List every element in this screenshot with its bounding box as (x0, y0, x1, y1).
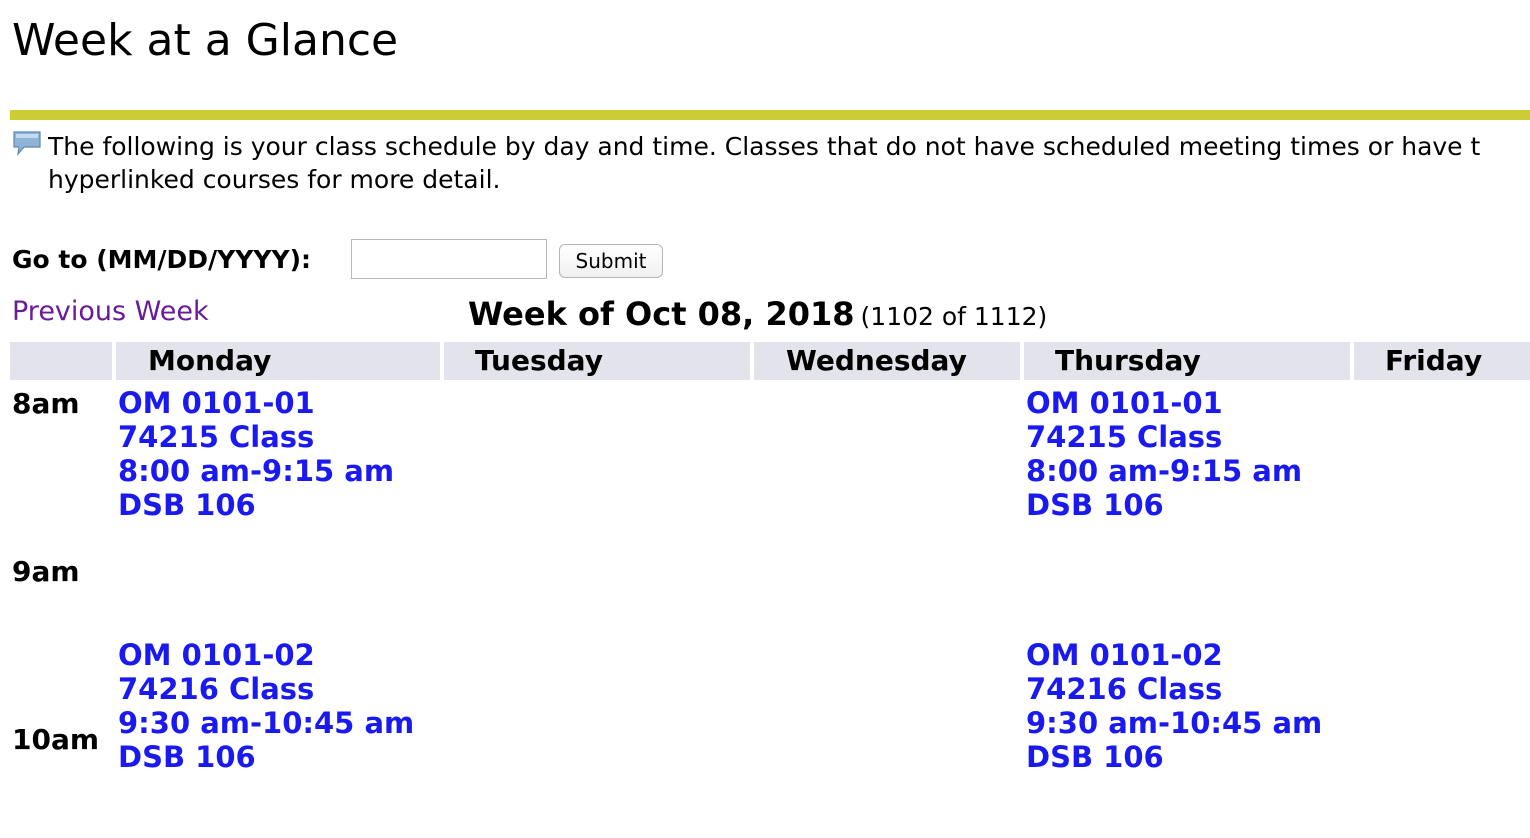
time-label-9am: 9am (12, 555, 80, 588)
week-of-label: Week of Oct 08, 2018 (468, 295, 855, 333)
goto-date-input[interactable] (351, 239, 547, 279)
info-line-1: The following is your class schedule by … (48, 132, 1481, 161)
course-code: OM 0101-01 (1026, 386, 1223, 420)
day-header-blank (10, 342, 112, 380)
time-label-8am: 8am (12, 387, 80, 420)
course-room: DSB 106 (118, 488, 256, 522)
page-title: Week at a Glance (12, 15, 399, 66)
course-room: DSB 106 (1026, 740, 1164, 774)
class-link-thursday-om-0101-02[interactable]: OM 0101-02 74216 Class 9:30 am-10:45 am … (1026, 638, 1322, 774)
course-room: DSB 106 (1026, 488, 1164, 522)
course-crn: 74215 Class (1026, 420, 1223, 454)
course-room: DSB 106 (118, 740, 256, 774)
submit-button[interactable]: Submit (559, 244, 663, 278)
class-link-monday-om-0101-02[interactable]: OM 0101-02 74216 Class 9:30 am-10:45 am … (118, 638, 414, 774)
day-header-wednesday: Wednesday (754, 342, 1020, 380)
info-text: The following is your class schedule by … (48, 130, 1530, 196)
goto-date-label: Go to (MM/DD/YYYY): (12, 245, 312, 274)
course-code: OM 0101-01 (118, 386, 315, 420)
course-time: 8:00 am-9:15 am (118, 454, 395, 488)
previous-week-link[interactable]: Previous Week (12, 296, 209, 328)
day-header-friday: Friday (1354, 342, 1530, 380)
course-time: 9:30 am-10:45 am (118, 706, 415, 740)
course-code: OM 0101-02 (118, 638, 315, 672)
class-link-monday-om-0101-01[interactable]: OM 0101-01 74215 Class 8:00 am-9:15 am D… (118, 386, 394, 522)
course-time: 9:30 am-10:45 am (1026, 706, 1323, 740)
time-label-10am: 10am (12, 723, 100, 756)
day-header-thursday: Thursday (1024, 342, 1350, 380)
course-crn: 74216 Class (118, 672, 315, 706)
day-header-tuesday: Tuesday (444, 342, 750, 380)
course-crn: 74216 Class (1026, 672, 1223, 706)
info-line-2: hyperlinked courses for more detail. (48, 165, 501, 194)
course-time: 8:00 am-9:15 am (1026, 454, 1303, 488)
course-code: OM 0101-02 (1026, 638, 1223, 672)
speech-bubble-icon (13, 131, 41, 156)
title-divider (10, 110, 1530, 120)
course-crn: 74215 Class (118, 420, 315, 454)
class-link-thursday-om-0101-01[interactable]: OM 0101-01 74215 Class 8:00 am-9:15 am D… (1026, 386, 1302, 522)
week-count: (1102 of 1112) (860, 302, 1048, 331)
week-heading: Week of Oct 08, 2018 (1102 of 1112) (468, 296, 1047, 338)
day-header-monday: Monday (116, 342, 440, 380)
